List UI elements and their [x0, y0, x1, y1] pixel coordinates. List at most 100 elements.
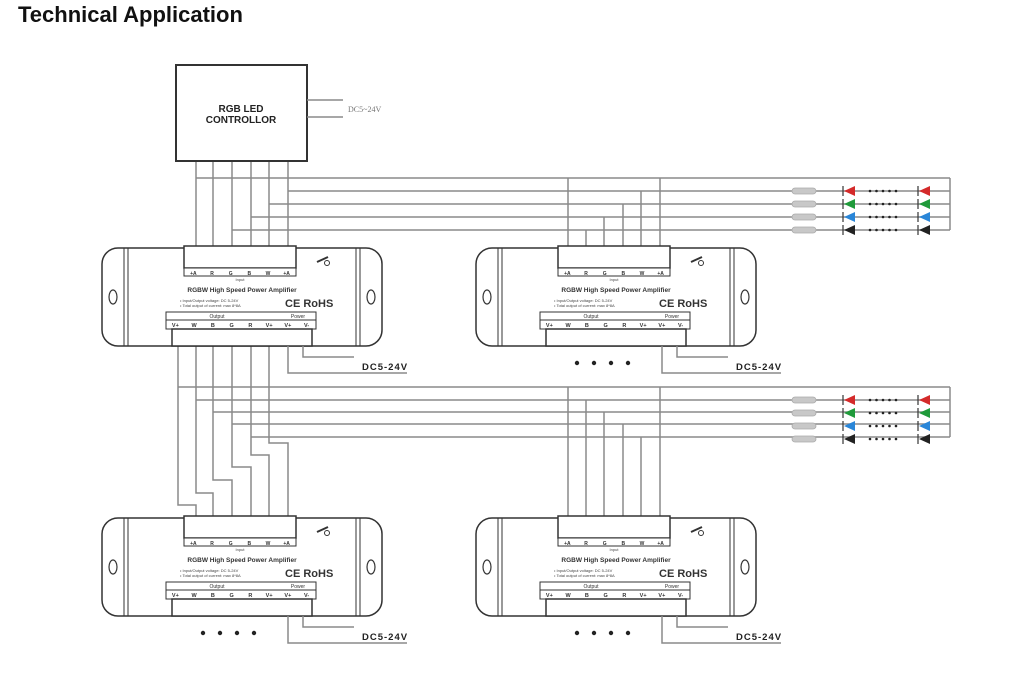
power-label: Power — [291, 314, 306, 320]
mounting-hole-icon — [108, 559, 118, 575]
led-strips — [791, 186, 930, 444]
led-continuation-dot — [875, 228, 878, 232]
led-continuation-dot — [875, 215, 878, 219]
power-label: Power — [291, 584, 306, 590]
led-green-icon — [844, 408, 855, 418]
output-terminal-label: V+ — [546, 323, 553, 329]
output-terminal-label: B — [211, 593, 215, 599]
resistor-icon — [791, 435, 817, 443]
amplifier-spec-2: • Total output of current: max 8*8A — [554, 303, 615, 308]
supply-label: DC5-24V — [736, 632, 782, 643]
led-continuation-dot — [894, 424, 898, 428]
led-red-icon — [919, 186, 930, 196]
input-terminal-label: W — [640, 541, 645, 547]
wire — [212, 346, 233, 516]
led-blue-icon — [919, 212, 930, 222]
resistor-icon — [791, 409, 817, 417]
output-terminal-label: V+ — [546, 593, 553, 599]
amplifier-spec-2: • Total output of current: max 8*8A — [180, 303, 241, 308]
continuation-dot — [625, 360, 631, 366]
led-continuation-dot — [875, 411, 878, 415]
led-continuation-dot — [894, 189, 898, 193]
input-terminal-label: B — [622, 271, 626, 277]
certification-marks: CE RoHS — [659, 298, 707, 310]
input-terminal-label: +A — [564, 541, 571, 547]
led-continuation-dot — [894, 437, 898, 441]
amplifier-amp-top-right: +A R G B W +A Input RGBW High Speed Power Ampli… — [475, 245, 781, 374]
amplifier-name: RGBW High Speed Power Amplifier — [187, 287, 297, 294]
led-continuation-dot — [894, 398, 898, 402]
output-terminal-label: R — [622, 323, 626, 329]
continuation-dot — [608, 360, 614, 366]
mounting-hole-icon — [108, 289, 118, 305]
led-blue-icon — [844, 421, 855, 431]
led-continuation-dot — [881, 202, 885, 206]
output-terminal-strip — [539, 589, 691, 600]
mounting-hole-icon — [740, 289, 750, 305]
supply-label: DC5-24V — [362, 632, 408, 643]
input-connector — [557, 245, 671, 269]
continuation-dot — [574, 360, 580, 366]
led-green-icon — [844, 199, 855, 209]
led-continuation-dot — [868, 398, 872, 402]
continuation-dot — [591, 630, 597, 636]
power-label: Power — [665, 314, 680, 320]
amplifier-name: RGBW High Speed Power Amplifier — [561, 287, 671, 294]
output-terminal-label: B — [211, 323, 215, 329]
resistor-icon — [791, 200, 817, 208]
led-continuation-dot — [881, 215, 885, 219]
power-terminal-label: V+ — [284, 323, 291, 329]
led-continuation-dot — [875, 437, 878, 441]
input-label: Input — [610, 547, 620, 552]
led-continuation-dot — [868, 189, 872, 193]
led-continuation-dot — [881, 411, 885, 415]
input-terminal-label: B — [248, 541, 252, 547]
strip-group-1 — [791, 186, 930, 235]
led-continuation-dot — [881, 437, 885, 441]
mounting-hole-icon — [482, 559, 492, 575]
certification-marks: CE RoHS — [659, 568, 707, 580]
output-terminal-label: G — [603, 593, 607, 599]
power-label: Power — [665, 584, 680, 590]
input-terminal-label: R — [210, 541, 214, 547]
input-connector — [183, 245, 297, 269]
amplifier-spec-2: • Total output of current: max 8*8A — [180, 573, 241, 578]
led-continuation-dot — [868, 202, 872, 206]
amplifiers: +A R G B W +A Input RGBW High Speed Power Ampli… — [101, 245, 782, 644]
input-label: Input — [610, 277, 620, 282]
led-continuation-dot — [868, 424, 872, 428]
controller-label-line2: CONTROLLOR — [206, 115, 277, 126]
output-connector — [171, 598, 313, 617]
input-terminal-strip — [557, 537, 671, 547]
output-terminal-label: V+ — [640, 593, 647, 599]
output-terminal-label: G — [229, 593, 233, 599]
led-continuation-dot — [875, 189, 878, 193]
led-continuation-dot — [888, 215, 891, 219]
continuation-dot — [591, 360, 597, 366]
led-continuation-dot — [888, 437, 891, 441]
continuation-dot — [234, 630, 240, 636]
input-connector — [183, 515, 297, 539]
led-red-icon — [919, 395, 930, 405]
led-blue-icon — [844, 212, 855, 222]
certification-marks: CE RoHS — [285, 298, 333, 310]
input-terminal-label: R — [584, 541, 588, 547]
led-continuation-dot — [881, 398, 885, 402]
continuation-dot — [625, 630, 631, 636]
led-continuation-dot — [868, 228, 872, 232]
input-terminal-label: W — [266, 541, 271, 547]
input-label: Input — [236, 277, 246, 282]
led-continuation-dot — [868, 411, 872, 415]
input-terminal-label: W — [640, 271, 645, 277]
input-terminal-label: G — [603, 271, 607, 277]
led-continuation-dot — [868, 215, 872, 219]
led-black-icon — [919, 225, 930, 235]
led-continuation-dot — [894, 228, 898, 232]
wiring-diagram: RGB LEDCONTROLLORDC5~24V +A R G B W +AInputRG… — [101, 64, 951, 644]
output-terminal-label: V+ — [266, 593, 273, 599]
output-terminal-label: R — [248, 323, 252, 329]
led-continuation-dot — [875, 424, 878, 428]
output-terminal-label: W — [192, 593, 198, 599]
output-label: Output — [583, 584, 599, 590]
input-terminal-label: G — [229, 541, 233, 547]
